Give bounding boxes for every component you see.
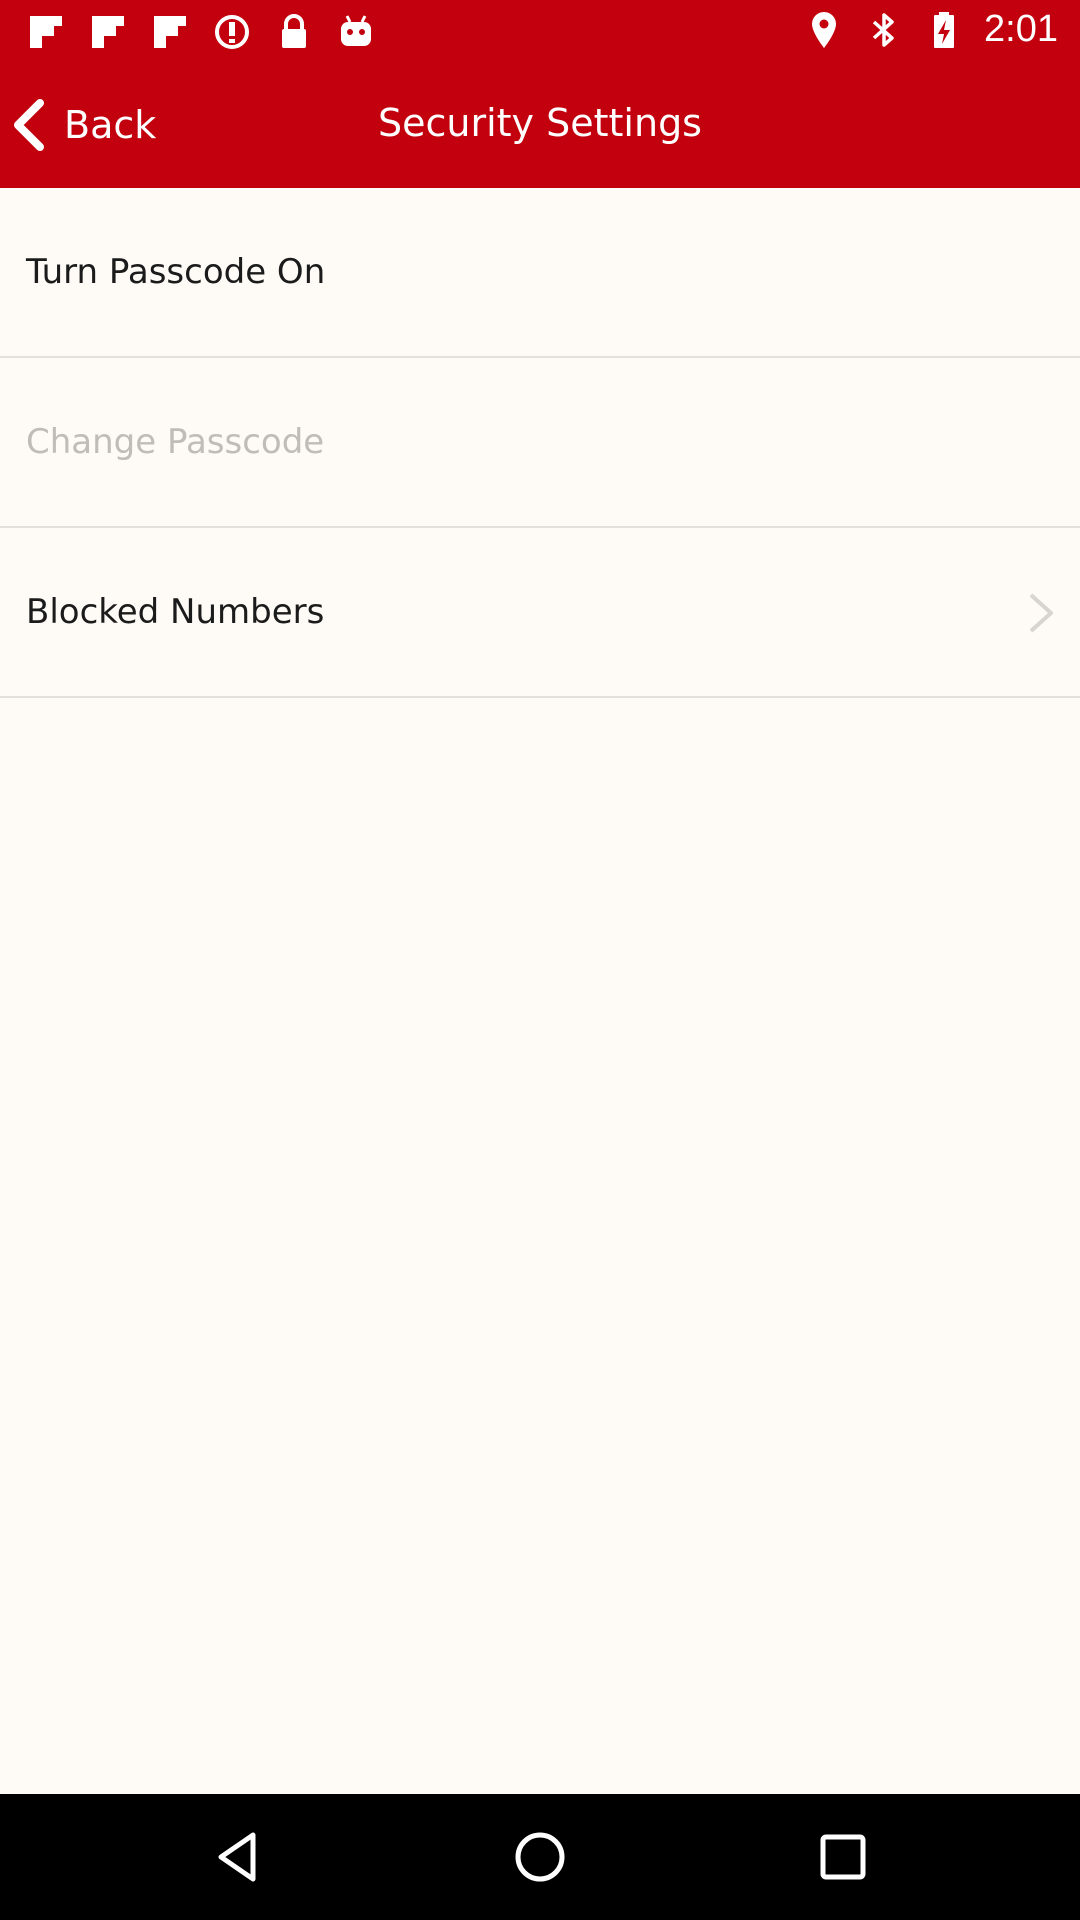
recents-square-icon[interactable] — [813, 1827, 873, 1887]
chevron-right-icon — [1029, 593, 1053, 633]
flipboard-icon — [92, 16, 124, 48]
location-pin-icon — [812, 11, 837, 48]
status-bar: 2:01 — [0, 0, 1080, 63]
app-bar: Back Security Settings — [0, 63, 1080, 188]
page-title: Security Settings — [378, 101, 702, 145]
change-passcode-item[interactable]: Change Passcode — [0, 358, 1080, 528]
notification-icons — [26, 12, 376, 52]
battery-charging-icon — [934, 11, 955, 48]
flipboard-icon — [30, 16, 62, 48]
lock-icon — [282, 14, 306, 48]
alert-circle-icon — [215, 15, 249, 49]
bluetooth-icon — [872, 12, 894, 47]
turn-passcode-on-item[interactable]: Turn Passcode On — [0, 188, 1080, 358]
home-circle-icon[interactable] — [510, 1827, 570, 1887]
back-triangle-icon[interactable] — [207, 1827, 267, 1887]
change-passcode-label: Change Passcode — [26, 422, 325, 462]
android-icon — [341, 15, 371, 46]
flipboard-icon — [154, 16, 186, 48]
status-time: 2:01 — [984, 8, 1058, 50]
blocked-numbers-label: Blocked Numbers — [26, 592, 325, 632]
system-status-icons: 2:01 — [804, 8, 1058, 51]
navigation-bar — [0, 1794, 1080, 1920]
turn-passcode-on-label: Turn Passcode On — [26, 252, 326, 292]
blocked-numbers-item[interactable]: Blocked Numbers — [0, 528, 1080, 698]
settings-list: Turn Passcode On Change Passcode Blocked… — [0, 188, 1080, 698]
